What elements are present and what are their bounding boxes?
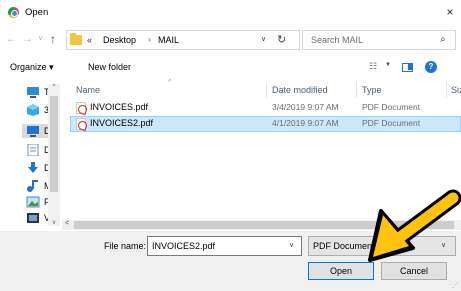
scrollbar-thumb[interactable] <box>74 221 454 229</box>
file-type-value: PDF Document <box>313 241 375 251</box>
file-name-label: File name: <box>104 241 147 251</box>
change-view-icon[interactable]: ☷ <box>369 61 377 72</box>
column-divider[interactable] <box>446 82 447 98</box>
file-type: PDF Document <box>362 102 421 112</box>
music-icon[interactable] <box>26 180 40 192</box>
file-name: INVOICES.pdf <box>90 102 149 112</box>
back-arrow-icon[interactable]: ← <box>6 33 17 45</box>
horizontal-scrollbar[interactable]: < <box>62 220 461 230</box>
close-button[interactable]: × <box>441 4 459 20</box>
file-row[interactable]: INVOICES.pdf 3/4/2019 9:07 AM PDF Docume… <box>70 100 461 116</box>
column-header-type[interactable]: Type <box>362 85 382 95</box>
chevron-down-icon[interactable]: ∨ <box>289 241 294 249</box>
scroll-down-icon[interactable]: v <box>48 220 60 230</box>
breadcrumb-desktop[interactable]: Desktop <box>103 35 136 45</box>
3d-objects-icon[interactable] <box>26 104 40 116</box>
resize-grip-icon[interactable]: ⋰ <box>452 282 458 289</box>
window-title: Open <box>25 7 49 18</box>
search-placeholder: Search MAIL <box>311 35 364 45</box>
pdf-file-icon <box>76 102 86 114</box>
column-header-name[interactable]: Name <box>76 85 100 95</box>
scroll-left-icon[interactable]: < <box>65 220 69 227</box>
search-input[interactable]: Search MAIL ⌕ <box>302 30 456 50</box>
new-folder-button[interactable]: New folder <box>88 62 131 72</box>
file-row-selected[interactable]: INVOICES2.pdf 4/1/2019 9:07 AM PDF Docum… <box>70 116 461 132</box>
folder-icon <box>70 33 82 45</box>
chrome-icon <box>8 7 19 18</box>
scroll-up-icon[interactable]: ^ <box>48 84 60 94</box>
file-date-modified: 3/4/2019 9:07 AM <box>272 102 339 112</box>
command-bar: Organize ▾ New folder ☷ ▼ ? <box>0 57 461 79</box>
address-bar[interactable]: « Desktop › MAIL ∨ ↻ <box>66 30 300 50</box>
title-bar: Open × <box>0 0 461 25</box>
pictures-icon[interactable] <box>26 196 40 208</box>
scrollbar-thumb[interactable] <box>50 96 58 192</box>
breadcrumb-mail[interactable]: MAIL <box>158 35 179 45</box>
forward-arrow-icon[interactable]: → <box>22 33 33 45</box>
pdf-file-icon <box>76 118 86 130</box>
search-icon[interactable]: ⌕ <box>440 34 446 45</box>
column-header-date-modified[interactable]: Date modified <box>272 85 328 95</box>
file-date-modified: 4/1/2019 9:07 AM <box>272 118 339 128</box>
column-divider[interactable] <box>266 82 267 98</box>
sort-ascending-icon: ^ <box>168 79 172 86</box>
column-divider[interactable] <box>356 82 357 98</box>
file-name-input[interactable]: INVOICES2.pdf ∨ <box>147 236 302 256</box>
file-type-select[interactable]: PDF Document ∨ <box>308 236 456 256</box>
downloads-icon[interactable] <box>26 162 40 174</box>
videos-icon[interactable] <box>26 212 40 224</box>
documents-icon[interactable] <box>26 143 40 157</box>
help-icon[interactable]: ? <box>425 61 437 73</box>
cancel-button[interactable]: Cancel <box>381 262 447 280</box>
recent-locations-icon[interactable]: ∨ <box>38 34 43 42</box>
chevron-down-icon[interactable]: ∨ <box>441 241 446 249</box>
this-pc-icon[interactable] <box>26 86 40 98</box>
breadcrumb-separator-icon[interactable]: › <box>148 35 151 44</box>
file-name: INVOICES2.pdf <box>90 118 154 128</box>
up-arrow-icon[interactable]: ↑ <box>50 32 56 46</box>
refresh-icon[interactable]: ↻ <box>277 33 286 46</box>
organize-button[interactable]: Organize ▾ <box>10 62 54 73</box>
file-type: PDF Document <box>362 118 421 128</box>
file-name-value: INVOICES2.pdf <box>152 241 216 251</box>
column-header-size[interactable]: Siz <box>451 85 461 95</box>
breadcrumb-overflow-icon[interactable]: « <box>87 35 92 45</box>
nav-pane-scrollbar[interactable]: ^ v <box>48 84 60 226</box>
chevron-down-icon[interactable]: ∨ <box>261 35 266 43</box>
view-options-dropdown-icon[interactable]: ▼ <box>385 62 391 68</box>
preview-pane-icon[interactable] <box>402 63 413 72</box>
open-button[interactable]: Open <box>308 262 374 280</box>
